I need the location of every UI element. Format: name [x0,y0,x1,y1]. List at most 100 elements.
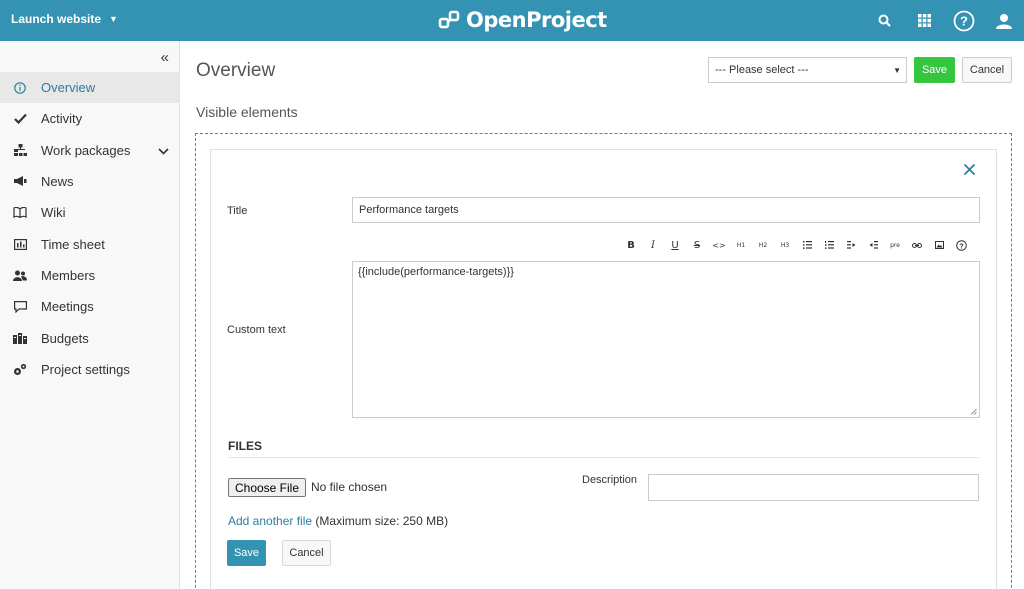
widget-cancel-button[interactable]: Cancel [282,540,331,566]
add-file-row: Add another file (Maximum size: 250 MB) [228,514,448,528]
italic-button[interactable]: I [642,237,664,253]
outdent-icon [869,241,878,249]
dropdown-arrow-icon: ▼ [893,66,901,75]
search-icon [878,14,891,27]
code-button[interactable]: <> [708,237,730,253]
widget-save-button[interactable]: Save [227,540,266,566]
heading2-button[interactable]: H2 [752,237,774,253]
sidebar-item-label: Meetings [41,299,94,315]
custom-text-editor[interactable]: {{include(performance-targets)}} [352,261,980,418]
sidebar-item-meetings[interactable]: Meetings [0,291,179,322]
chevron-down-icon[interactable] [158,143,169,158]
search-button[interactable] [864,0,904,41]
megaphone-icon [12,174,28,190]
sidebar-item-label: Overview [41,80,96,96]
sidebar-item-label: Project settings [41,361,130,377]
caret-down-icon: ▼ [109,14,118,24]
info-icon [12,80,28,96]
sidebar-item-label: Time sheet [41,236,105,252]
files-divider [228,457,979,458]
heading3-button[interactable]: H3 [774,237,796,253]
sidebar-item-project-settings[interactable]: Project settings [0,354,179,385]
underline-button[interactable]: U [664,237,686,253]
help-button[interactable]: ? [944,0,984,41]
meeting-icon [12,299,28,315]
collapse-sidebar-button[interactable]: « [161,49,169,66]
editor-content: {{include(performance-targets)}} [358,266,514,278]
bullet-list-icon [802,241,812,249]
link-button[interactable] [906,237,928,253]
project-name: Launch website [11,12,102,26]
app-logo[interactable]: OpenProject [438,7,607,33]
resize-grip-icon[interactable] [970,408,977,415]
book-icon [12,205,28,221]
indent-button[interactable] [840,237,862,253]
strikethrough-button[interactable]: S [686,237,708,253]
link-icon [912,242,922,248]
numbered-list-icon [824,241,834,249]
project-selector[interactable]: Launch website ▼ [11,12,118,26]
sidebar-item-label: Activity [41,111,83,127]
title-label: Title [227,205,248,217]
budget-icon [12,330,28,346]
sidebar-item-label: Work packages [41,142,131,158]
help-button-editor[interactable]: ? [950,237,972,253]
members-icon [12,267,28,283]
project-menu: Overview Activity Work packages News Wik… [0,72,179,385]
page-title: Overview [196,60,276,81]
sidebar-item-wiki[interactable]: Wiki [0,197,179,228]
sidebar-item-news[interactable]: News [0,166,179,197]
close-widget-button[interactable] [963,163,977,177]
cancel-button[interactable]: Cancel [962,57,1012,83]
preformatted-button[interactable]: pre [884,237,906,253]
sidebar-item-work-packages[interactable]: Work packages [0,135,179,166]
top-header: Launch website ▼ OpenProject ? [0,0,1024,41]
max-size-text: (Maximum size: 250 MB) [315,514,449,528]
description-input[interactable] [648,474,979,501]
files-heading: FILES [228,439,263,453]
hierarchy-icon [12,142,28,158]
title-input[interactable] [352,197,980,223]
widget-select-dropdown[interactable]: --- Please select --- ▼ [708,57,907,83]
modules-grid-icon [917,14,931,27]
outdent-button[interactable] [862,237,884,253]
logo-text: OpenProject [466,8,607,32]
sidebar: « Overview Activity Work packages News W… [0,41,180,589]
custom-text-label: Custom text [227,324,286,336]
numbered-list-button[interactable] [818,237,840,253]
sidebar-item-budgets[interactable]: Budgets [0,322,179,353]
heading1-button[interactable]: H1 [730,237,752,253]
description-label: Description [582,474,638,486]
svg-text:?: ? [960,13,968,28]
settings-icon [12,361,28,377]
file-status-text: No file chosen [311,480,388,494]
editor-toolbar: B I U S <> H1 H2 H3 pre ? [620,237,972,253]
user-icon [996,13,1012,29]
add-another-file-link[interactable]: Add another file [228,514,312,528]
timesheet-icon [12,236,28,252]
user-menu-button[interactable] [984,0,1024,41]
save-button[interactable]: Save [914,57,955,83]
bold-button[interactable]: B [620,237,642,253]
help-icon: ? [955,239,967,251]
dropdown-value: --- Please select --- [715,64,809,76]
bullet-list-button[interactable] [796,237,818,253]
svg-text:?: ? [959,241,964,250]
sidebar-item-label: News [41,174,74,190]
image-button[interactable] [928,237,950,253]
image-icon [934,241,944,249]
close-icon [963,163,976,176]
section-heading: Visible elements [196,104,298,120]
sidebar-item-label: Budgets [41,330,89,346]
help-icon: ? [953,10,975,31]
modules-button[interactable] [904,0,944,41]
sidebar-item-overview[interactable]: Overview [0,72,179,104]
sidebar-item-time-sheet[interactable]: Time sheet [0,228,179,259]
sidebar-item-members[interactable]: Members [0,260,179,291]
sidebar-item-activity[interactable]: Activity [0,103,179,134]
openproject-logo-icon [438,10,460,29]
indent-icon [846,241,855,249]
checkmark-icon [12,111,28,127]
choose-file-button[interactable]: Choose File [228,478,306,497]
sidebar-item-label: Wiki [41,205,66,221]
